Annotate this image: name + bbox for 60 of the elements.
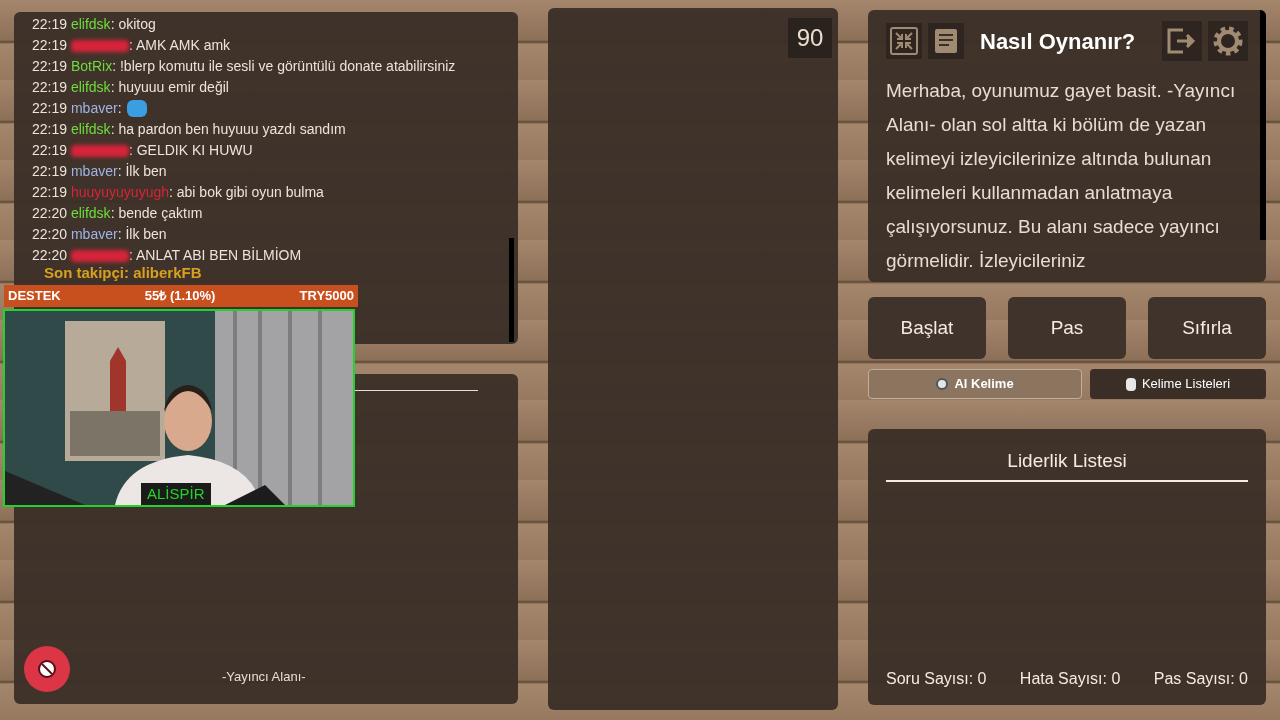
- follower-text: Son takipçi: aliberkFB: [44, 263, 202, 283]
- message-text: : AMK AMK amk: [128, 36, 231, 55]
- chat-username: elifdsk: [70, 120, 111, 139]
- message-text: : abi bok gibi oyun bulma: [169, 183, 324, 202]
- donation-label: DESTEK: [8, 287, 61, 306]
- chat-username: huuyuyuyuyugh: [70, 183, 169, 202]
- game-button[interactable]: Sıfırla: [1148, 297, 1266, 359]
- settings-button[interactable]: [1208, 21, 1248, 61]
- message-text: : bende çaktım: [110, 204, 203, 223]
- help-text: Merhaba, oyunumuz gayet basit. -Yayıncı Alanı- olan sol altta ki bölüm de yazan kelimeyi izleyicilerinize altında bulunan kelimeleri kullanmadan anlatmaya çalışıyorsunuz. Bu alanı sadece yayıncı görmelidir. İzleyicileriniz: [886, 79, 1237, 273]
- block-button[interactable]: [24, 646, 70, 692]
- streamer-name: ALİSPİR: [141, 482, 211, 505]
- donation-goal: TRY5000: [299, 287, 354, 306]
- game-button[interactable]: Pas: [1008, 297, 1126, 359]
- game-button[interactable]: Başlat: [868, 297, 986, 359]
- message-text: : İlk ben: [117, 162, 167, 181]
- message-text: :: [117, 99, 122, 118]
- message-text: : !blerp komutu ile sesli ve görüntülü donate atabilirsiniz: [112, 57, 456, 76]
- tab[interactable]: Kelime Listeleri: [1090, 369, 1266, 399]
- message-time: 22:20: [32, 246, 69, 265]
- tab[interactable]: Al Kelime: [868, 369, 1082, 399]
- help-title: Nasıl Oynanır?: [980, 27, 1137, 56]
- message-text: : GELDIK KI HUWU: [128, 141, 253, 160]
- message-time: 22:19: [32, 183, 69, 202]
- message-text: : İlk ben: [117, 225, 167, 244]
- message-time: 22:19: [32, 78, 69, 97]
- message-time: 22:19: [32, 15, 69, 34]
- prohibit-icon: [37, 659, 57, 679]
- message-text: : ha pardon ben huyuuu yazdı sandım: [110, 120, 346, 139]
- chat-username: elifdsk: [70, 15, 111, 34]
- clipboard-icon: [1125, 377, 1136, 391]
- chat-username: mbaver: [70, 99, 118, 118]
- leaderboard-title: Liderlik Listesi: [886, 447, 1248, 482]
- message-time: 22:19: [32, 141, 69, 160]
- message-time: 22:19: [32, 57, 69, 76]
- donation-amount: 55₺ (1.10%): [144, 287, 216, 306]
- chat-username: elifdsk: [70, 204, 111, 223]
- message-time: 22:19: [32, 99, 69, 118]
- collapse-icon: [889, 26, 919, 56]
- message-text: : huyuuu emir değil: [110, 78, 229, 97]
- streamer-area-label: -Yayıncı Alanı-: [222, 667, 306, 686]
- notes-button[interactable]: [928, 23, 964, 59]
- robot-icon: [936, 378, 949, 390]
- message-time: 22:19: [32, 162, 69, 181]
- message-text: : ANLAT ABI BEN BİLMİOM: [128, 246, 302, 265]
- timer: 90: [788, 18, 832, 58]
- chat-username: mbaver: [70, 225, 118, 244]
- collapse-button[interactable]: [886, 23, 922, 59]
- settings-icon: [1211, 24, 1245, 58]
- message-text: : okitog: [110, 15, 156, 34]
- message-time: 22:20: [32, 225, 69, 244]
- exit-button[interactable]: [1162, 21, 1202, 61]
- chat-username: mbaver: [70, 162, 118, 181]
- message-time: 22:20: [32, 204, 69, 223]
- stat-label: Soru Sayısı: 0: [886, 669, 987, 689]
- stat-label: Pas Sayısı: 0: [1153, 669, 1248, 689]
- message-time: 22:19: [32, 120, 69, 139]
- chat-username: elifdsk: [70, 78, 111, 97]
- message-time: 22:19: [32, 36, 69, 55]
- stat-label: Hata Sayısı: 0: [1019, 669, 1121, 689]
